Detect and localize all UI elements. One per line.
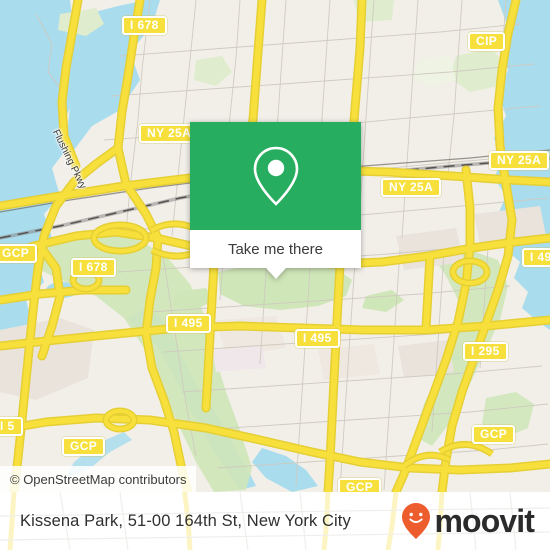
callout-header	[190, 122, 361, 230]
road-shield: I 5	[0, 417, 23, 436]
moovit-logo[interactable]: moovit	[401, 502, 535, 540]
map-pin-icon	[253, 146, 298, 206]
moovit-pin-smiley-icon	[401, 503, 430, 539]
location-callout[interactable]: Take me there	[190, 122, 361, 279]
callout-action[interactable]: Take me there	[190, 230, 361, 279]
road-shield: I 295	[463, 342, 508, 361]
road-shield: NY 25A	[489, 151, 550, 170]
road-shield: I 678	[71, 258, 116, 277]
road-shield: I 495	[522, 248, 550, 267]
road-shield: I 678	[122, 16, 167, 35]
attribution-text: © OpenStreetMap contributors	[10, 471, 187, 487]
moovit-wordmark: moovit	[434, 503, 535, 539]
map-screenshot: I 678 CIP NY 25A NY 25A NY 25A I 678 GCP I 495 I…	[0, 0, 550, 550]
footer-bar: Kissena Park, 51-00 164th St, New York C…	[0, 492, 550, 550]
road-shield: GCP	[472, 425, 516, 444]
callout-pointer	[265, 268, 286, 279]
road-shield: I 495	[295, 329, 340, 348]
road-shield: I 495	[166, 314, 211, 333]
road-shield: GCP	[338, 478, 382, 492]
road-shield: CIP	[468, 32, 506, 51]
map-canvas[interactable]: I 678 CIP NY 25A NY 25A NY 25A I 678 GCP I 495 I…	[0, 0, 550, 492]
road-shield: GCP	[0, 244, 38, 263]
road-shield: NY 25A	[381, 178, 442, 197]
address-label: Kissena Park, 51-00 164th St, New York C…	[20, 511, 351, 530]
take-me-there-label: Take me there	[227, 240, 324, 258]
osm-attribution[interactable]: © OpenStreetMap contributors	[0, 466, 196, 492]
road-shield: GCP	[62, 437, 106, 456]
